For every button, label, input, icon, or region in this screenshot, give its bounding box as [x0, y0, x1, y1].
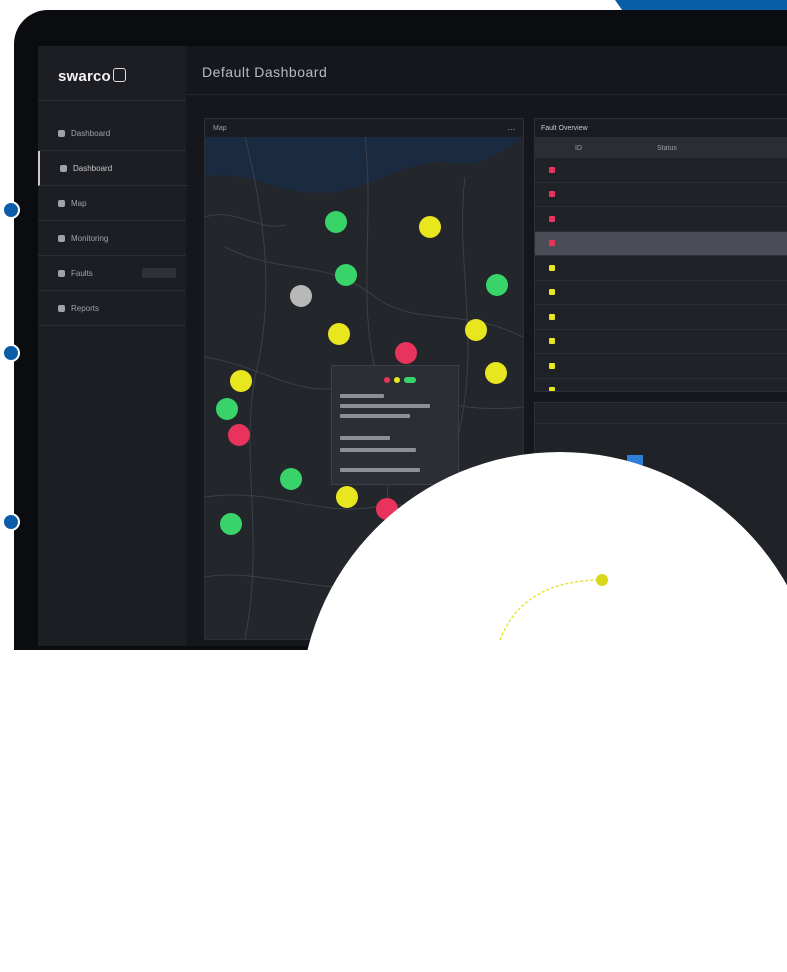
sidebar-item-label: Monitoring [71, 233, 109, 243]
secondary-panel-title [535, 403, 787, 424]
status-dot [384, 377, 390, 383]
page-title[interactable]: Default Dashboard [202, 64, 327, 80]
sidebar-item-label: Dashboard [71, 128, 111, 138]
status-indicator [549, 215, 555, 222]
column-header[interactable]: ID [575, 145, 657, 152]
popup-text-line [340, 448, 416, 452]
decorative-circle [300, 452, 787, 972]
status-indicator [549, 313, 555, 320]
status-dot [394, 377, 400, 383]
map-marker-green[interactable] [280, 468, 302, 490]
popup-text-line [340, 404, 430, 408]
status-indicator [549, 240, 555, 247]
map-marker-green[interactable] [325, 211, 347, 233]
map-marker-red[interactable] [395, 342, 417, 364]
brand-logo-text: swarco [58, 68, 111, 85]
popup-text-line [340, 436, 390, 440]
more-options-icon[interactable]: ... [507, 122, 515, 132]
status-badge [404, 377, 416, 383]
sidebar-item-dashboard[interactable]: Dashboard [38, 116, 186, 151]
sidebar-item-monitoring[interactable]: Monitoring [38, 221, 186, 256]
status-indicator [549, 387, 555, 391]
table-row[interactable] [535, 281, 787, 305]
fault-table-title: Fault Overview [535, 119, 787, 138]
alert-icon [58, 269, 65, 277]
map-marker-yellow[interactable] [419, 216, 441, 238]
sidebar-item-default[interactable]: Dashboard [38, 151, 188, 186]
sidebar-item-label: Dashboard [73, 163, 113, 173]
table-row[interactable] [535, 379, 787, 391]
map-marker-green[interactable] [220, 513, 242, 535]
sidebar-item-reports[interactable]: Reports [38, 291, 186, 326]
table-row[interactable] [535, 231, 787, 256]
sidebar-item-label: Faults [71, 268, 93, 278]
map-marker-green[interactable] [335, 264, 357, 286]
timeline-dot [2, 344, 20, 362]
map-marker-yellow[interactable] [328, 323, 350, 345]
map-marker-yellow[interactable] [485, 362, 507, 384]
sidebar-item-map[interactable]: Map [38, 186, 186, 221]
map-marker-yellow[interactable] [336, 486, 358, 508]
top-bar: Default Dashboard [186, 46, 787, 95]
sidebar-item-badge [142, 268, 176, 278]
map-marker-green[interactable] [486, 274, 508, 296]
status-indicator [549, 289, 555, 296]
map-marker-yellow[interactable] [465, 319, 487, 341]
brand-logo[interactable]: swarco [58, 68, 126, 85]
table-row[interactable] [535, 305, 787, 330]
home-icon [58, 129, 65, 137]
map-marker-red[interactable] [228, 424, 250, 446]
grid-icon [60, 164, 67, 172]
table-row[interactable] [535, 183, 787, 207]
table-row[interactable] [535, 256, 787, 281]
map-marker-green[interactable] [216, 398, 238, 420]
connector-line [499, 574, 608, 640]
column-header[interactable]: Status [657, 145, 765, 152]
sidebar-item-label: Map [71, 198, 87, 208]
status-indicator [549, 166, 555, 173]
map-panel-title: Map [213, 124, 227, 132]
timeline-dot [2, 513, 20, 531]
map-panel-header: Map ... [205, 119, 523, 138]
report-icon [58, 304, 65, 312]
map-marker-grey[interactable] [290, 285, 312, 307]
sidebar: swarco Dashboard Dashboard Map Monitorin… [38, 46, 188, 646]
map-popup[interactable] [331, 365, 459, 485]
logo-mark-icon [112, 68, 126, 82]
popup-link [340, 468, 420, 472]
status-indicator [549, 338, 555, 345]
sidebar-item-faults[interactable]: Faults [38, 256, 186, 291]
table-row[interactable] [535, 207, 787, 232]
map-marker-yellow[interactable] [230, 370, 252, 392]
status-indicator [549, 264, 555, 271]
monitor-icon [58, 234, 65, 242]
sidebar-item-label: Reports [71, 303, 100, 313]
table-row[interactable] [535, 354, 787, 379]
fault-table-body [535, 158, 787, 391]
timeline-dot [2, 201, 20, 219]
map-icon [58, 199, 65, 207]
status-indicator [549, 362, 555, 369]
table-row[interactable] [535, 158, 787, 183]
popup-text-line [340, 394, 384, 398]
fault-table-panel: Fault Overview ID Status [534, 118, 787, 392]
sidebar-divider [38, 100, 186, 101]
popup-text-line [340, 414, 410, 418]
table-row[interactable] [535, 330, 787, 354]
table-header: ID Status [535, 138, 787, 158]
status-indicator [549, 191, 555, 198]
